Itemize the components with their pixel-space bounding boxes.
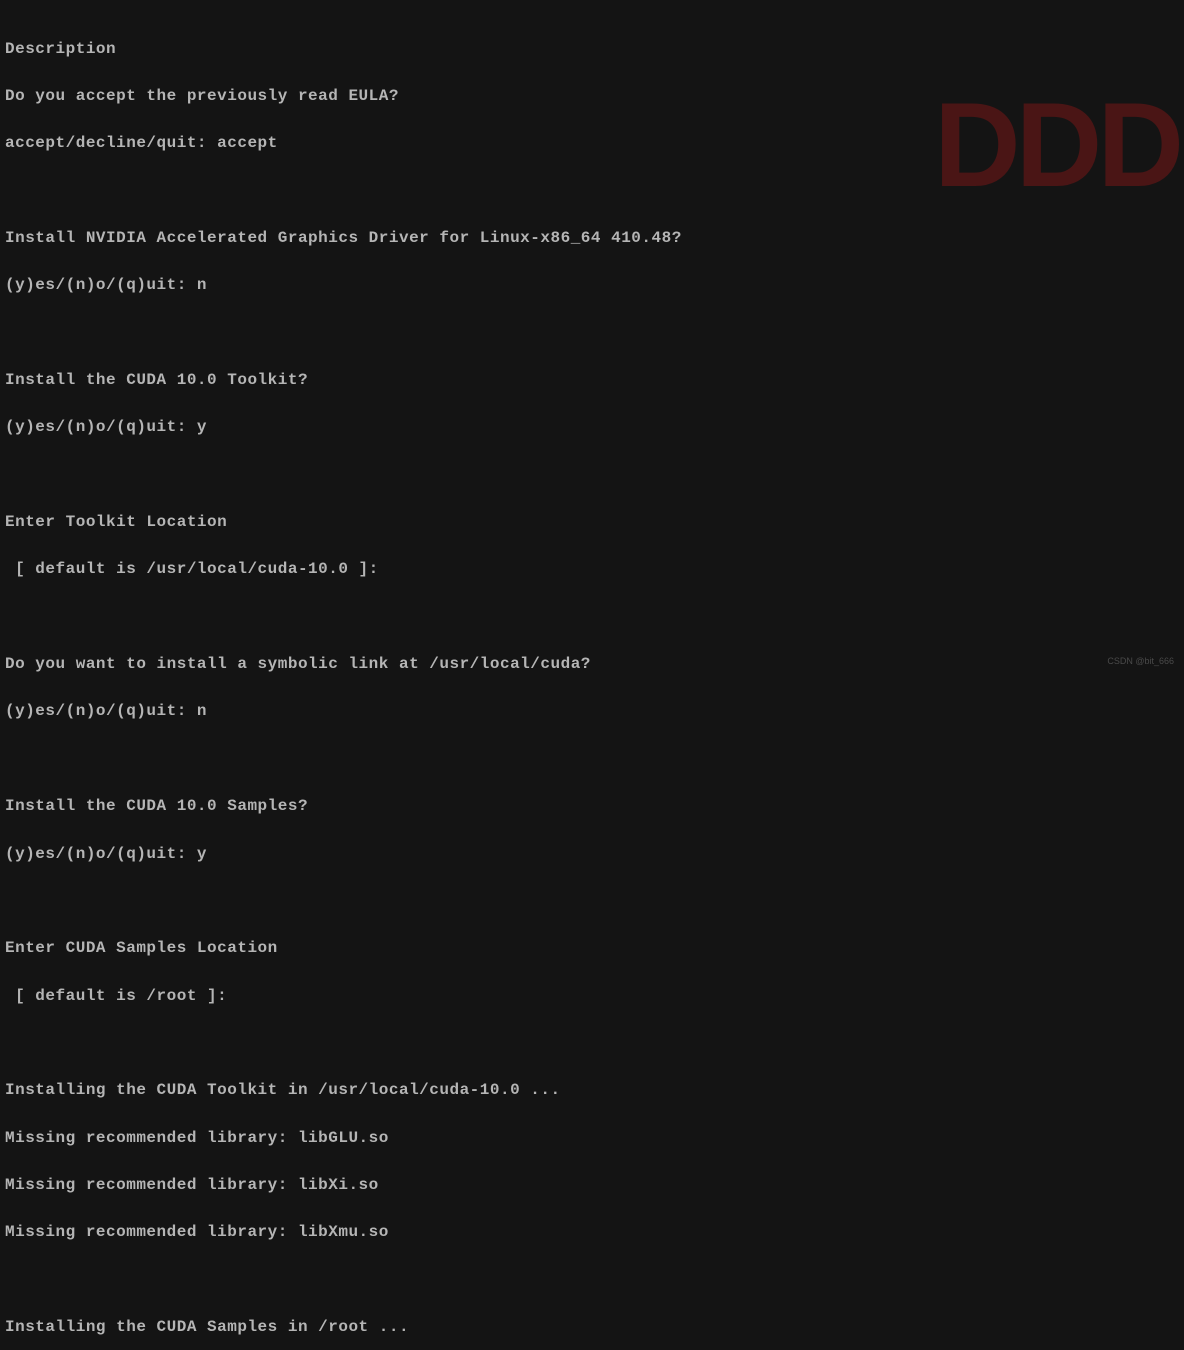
terminal-line: (y)es/(n)o/(q)uit: n bbox=[5, 700, 1179, 724]
terminal-line: Do you want to install a symbolic link a… bbox=[5, 653, 1179, 677]
terminal-line: Description bbox=[5, 38, 1179, 62]
terminal-line: Enter Toolkit Location bbox=[5, 511, 1179, 535]
terminal-line: Install NVIDIA Accelerated Graphics Driv… bbox=[5, 227, 1179, 251]
footer-attribution: CSDN @bit_666 bbox=[1107, 655, 1174, 668]
terminal-line bbox=[5, 1032, 1179, 1056]
terminal-line bbox=[5, 464, 1179, 488]
terminal-line bbox=[5, 322, 1179, 346]
terminal-line: Install the CUDA 10.0 Samples? bbox=[5, 795, 1179, 819]
watermark-logo: DDD bbox=[934, 85, 1179, 205]
terminal-line: Missing recommended library: libGLU.so bbox=[5, 1127, 1179, 1151]
terminal-line: (y)es/(n)o/(q)uit: y bbox=[5, 843, 1179, 867]
terminal-line: (y)es/(n)o/(q)uit: y bbox=[5, 416, 1179, 440]
terminal-line: Missing recommended library: libXmu.so bbox=[5, 1221, 1179, 1245]
terminal-line: Install the CUDA 10.0 Toolkit? bbox=[5, 369, 1179, 393]
terminal-line: Enter CUDA Samples Location bbox=[5, 937, 1179, 961]
terminal-line: Installing the CUDA Samples in /root ... bbox=[5, 1316, 1179, 1340]
terminal-line: [ default is /usr/local/cuda-10.0 ]: bbox=[5, 558, 1179, 582]
terminal-line: Missing recommended library: libXi.so bbox=[5, 1174, 1179, 1198]
terminal-line bbox=[5, 890, 1179, 914]
terminal-line: (y)es/(n)o/(q)uit: n bbox=[5, 274, 1179, 298]
terminal-line bbox=[5, 1269, 1179, 1293]
terminal-line: Installing the CUDA Toolkit in /usr/loca… bbox=[5, 1079, 1179, 1103]
terminal-line: [ default is /root ]: bbox=[5, 985, 1179, 1009]
terminal-line bbox=[5, 748, 1179, 772]
terminal-output[interactable]: Description Do you accept the previously… bbox=[5, 14, 1179, 1350]
terminal-line bbox=[5, 606, 1179, 630]
